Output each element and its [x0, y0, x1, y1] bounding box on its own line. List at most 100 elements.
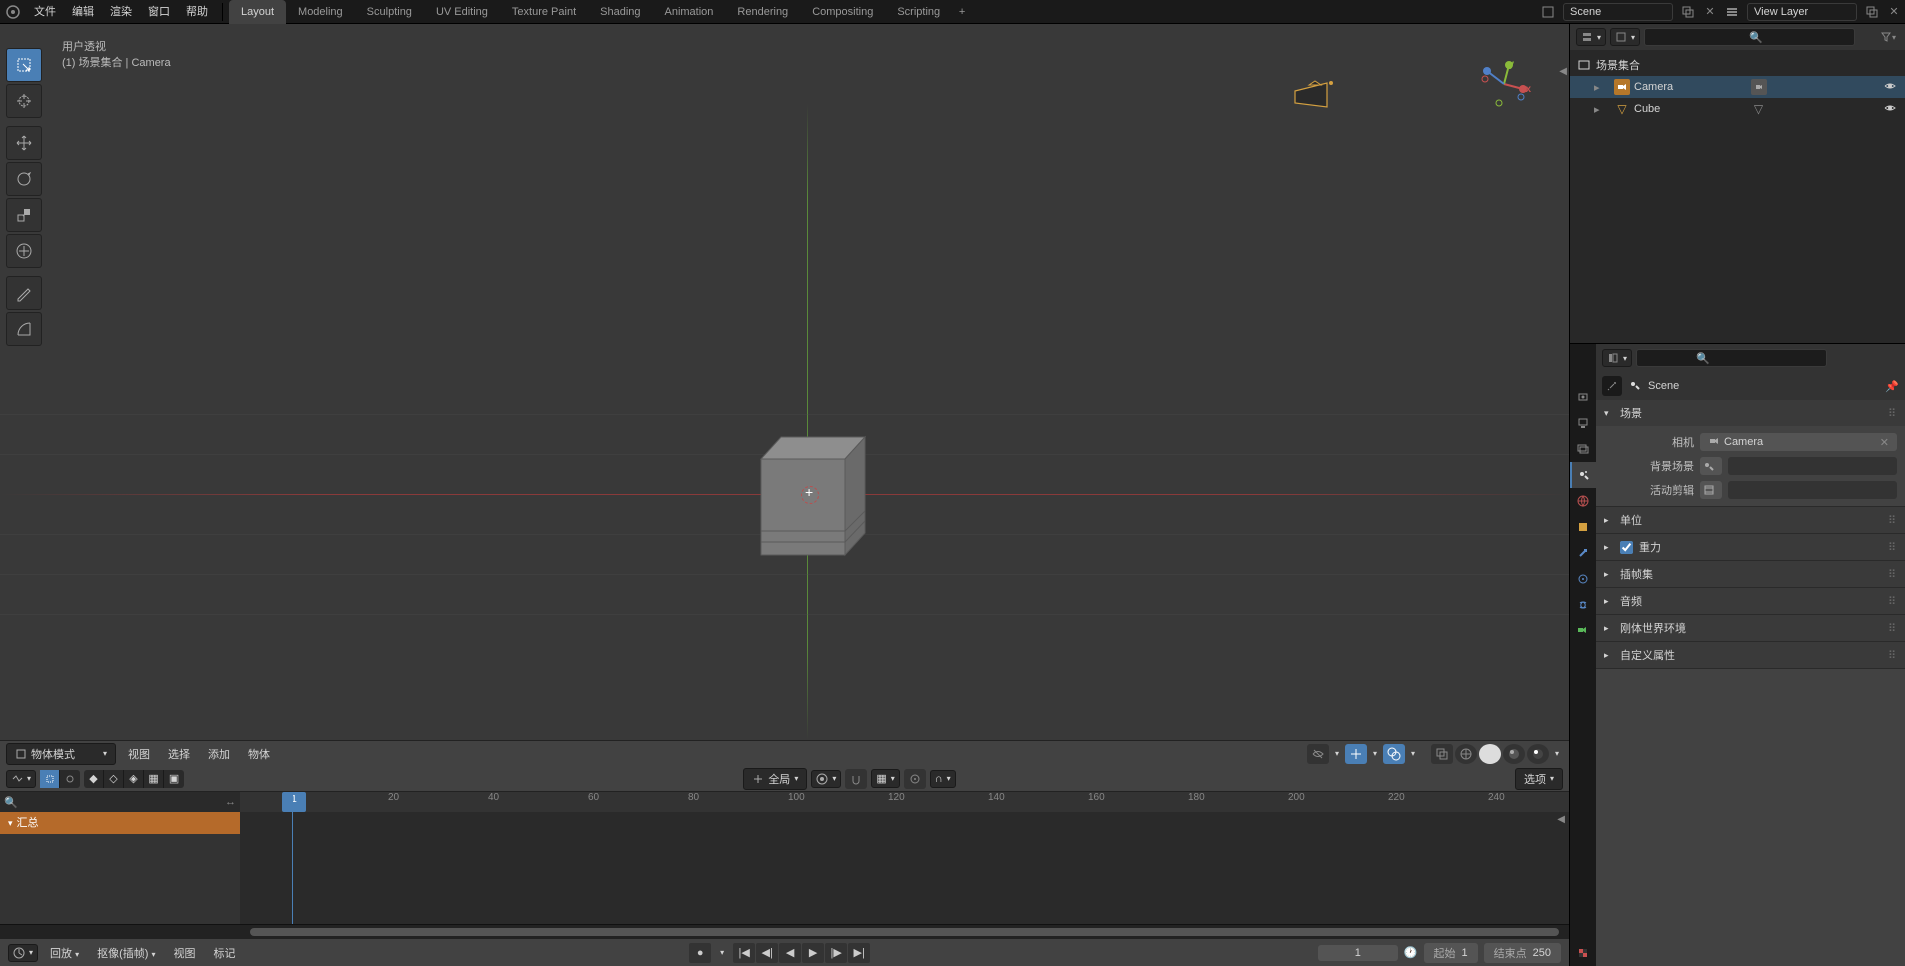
jump-next-key-btn[interactable]: |▶	[825, 943, 847, 963]
orientation-dropdown[interactable]: 全局 ▾	[743, 768, 807, 790]
viewlayer-new-icon[interactable]	[1862, 3, 1882, 21]
snap-toggle[interactable]	[845, 769, 867, 789]
playback-menu-playback[interactable]: 回放 ▾	[44, 945, 85, 961]
pivot-dropdown[interactable]: ▾	[811, 770, 841, 788]
expand-toggle[interactable]: ▸	[1594, 81, 1610, 94]
proportional-type-dropdown[interactable]: ∩▾	[930, 770, 956, 788]
panel-rigidbody-header[interactable]: ▸刚体世界环境⠿	[1596, 615, 1905, 641]
workspace-tab-layout[interactable]: Layout	[229, 0, 286, 24]
gravity-checkbox[interactable]	[1620, 541, 1633, 554]
drag-handle-icon[interactable]: ⠿	[1888, 649, 1897, 662]
shade-solid[interactable]	[1479, 744, 1501, 764]
jump-prev-key-btn[interactable]: ◀|	[756, 943, 778, 963]
panel-keying-header[interactable]: ▸插帧集⠿	[1596, 561, 1905, 587]
shade-material[interactable]	[1503, 744, 1525, 764]
summary-row[interactable]: ▾ 汇总	[0, 812, 240, 834]
tool-move[interactable]	[6, 126, 42, 160]
overlay-toggle[interactable]	[1383, 744, 1405, 764]
bgscene-selector[interactable]	[1700, 457, 1722, 475]
workspace-tab-uv[interactable]: UV Editing	[424, 0, 500, 24]
viewport-menu-add[interactable]: 添加	[202, 746, 236, 762]
drag-handle-icon[interactable]: ⠿	[1888, 514, 1897, 527]
outliner-item-cube[interactable]: ▸ ▽ Cube ▽	[1570, 98, 1905, 120]
selectability-toggle[interactable]	[1307, 744, 1329, 764]
filter-icon[interactable]: ▾	[1878, 28, 1898, 46]
playback-menu-marker[interactable]: 标记	[208, 945, 242, 961]
resize-handle-icon[interactable]: ↔	[225, 796, 236, 808]
prop-tab-scene[interactable]	[1570, 462, 1596, 488]
timeline-search-input[interactable]	[18, 793, 225, 811]
sel-btn-4[interactable]: ▦	[144, 770, 164, 788]
clear-icon[interactable]: ✕	[1880, 436, 1889, 449]
play-reverse-btn[interactable]: ◀	[779, 943, 801, 963]
shade-wireframe[interactable]	[1455, 744, 1477, 764]
viewlayer-delete-icon[interactable]: ✕	[1884, 3, 1904, 21]
expand-toggle[interactable]: ▸	[1594, 103, 1610, 116]
workspace-tab-compositing[interactable]: Compositing	[800, 0, 885, 24]
jump-first-btn[interactable]: |◀	[733, 943, 755, 963]
prop-tab-data[interactable]	[1570, 618, 1596, 644]
scene-browse-icon[interactable]	[1538, 3, 1558, 21]
mode-dropdown[interactable]: 物体模式 ▾	[6, 743, 116, 765]
prop-tab-object[interactable]	[1570, 514, 1596, 540]
viewlayer-browse-icon[interactable]	[1722, 3, 1742, 21]
prop-tab-modifiers[interactable]	[1570, 540, 1596, 566]
timeline-ruler[interactable]: 1204060801001201401601802002202401	[240, 792, 1569, 812]
drag-handle-icon[interactable]: ⠿	[1888, 541, 1897, 554]
panel-units-header[interactable]: ▸单位⠿	[1596, 507, 1905, 533]
prop-tab-viewlayer[interactable]	[1570, 436, 1596, 462]
tool-rotate[interactable]	[6, 162, 42, 196]
panel-gravity-header[interactable]: ▸重力⠿	[1596, 534, 1905, 560]
workspace-tab-add[interactable]: +	[952, 6, 972, 18]
drag-handle-icon[interactable]: ⠿	[1888, 407, 1897, 420]
gizmo-toggle[interactable]	[1345, 744, 1367, 764]
workspace-tab-scripting[interactable]: Scripting	[885, 0, 952, 24]
drag-handle-icon[interactable]: ⠿	[1888, 622, 1897, 635]
options-dropdown[interactable]: 选项▾	[1515, 768, 1563, 790]
clip-selector[interactable]	[1700, 481, 1722, 499]
prop-tab-world[interactable]	[1570, 488, 1596, 514]
outliner-display-dropdown[interactable]: ▾	[1610, 28, 1640, 46]
app-logo-icon[interactable]	[0, 0, 26, 24]
workspace-tab-sculpting[interactable]: Sculpting	[355, 0, 424, 24]
workspace-tab-texture[interactable]: Texture Paint	[500, 0, 588, 24]
autokey-toggle[interactable]: ●	[689, 943, 711, 963]
workspace-tab-shading[interactable]: Shading	[588, 0, 652, 24]
outliner-type-dropdown[interactable]: ▾	[1576, 28, 1606, 46]
shade-rendered[interactable]	[1527, 744, 1549, 764]
sidebar-toggle[interactable]: ◀	[1559, 66, 1567, 77]
tool-annotate[interactable]	[6, 276, 42, 310]
proportional-toggle[interactable]	[904, 769, 926, 789]
outliner-item-camera[interactable]: ▸ Camera	[1570, 76, 1905, 98]
tool-measure[interactable]	[6, 312, 42, 346]
visibility-toggle[interactable]	[1883, 79, 1899, 96]
end-frame-input[interactable]: 结束点 250	[1484, 943, 1561, 963]
menu-edit[interactable]: 编辑	[64, 0, 102, 24]
snap-btn-1[interactable]	[40, 770, 60, 788]
tool-scale[interactable]	[6, 198, 42, 232]
drag-handle-icon[interactable]: ⠿	[1888, 595, 1897, 608]
object-camera[interactable]	[1289, 79, 1329, 109]
timeline-track[interactable]: ◀	[240, 812, 1569, 924]
menu-help[interactable]: 帮助	[178, 0, 216, 24]
sel-btn-3[interactable]: ◈	[124, 770, 144, 788]
collection-row[interactable]: 场景集合	[1570, 54, 1905, 76]
workspace-tab-animation[interactable]: Animation	[653, 0, 726, 24]
scrollbar-thumb[interactable]	[250, 928, 1559, 936]
start-frame-input[interactable]: 起始 1	[1424, 943, 1478, 963]
prop-search-input[interactable]	[1636, 349, 1827, 367]
timeline-collapse[interactable]: ◀	[1557, 814, 1565, 825]
tool-cursor[interactable]	[6, 84, 42, 118]
tool-settings-icon[interactable]	[1602, 376, 1622, 396]
menu-window[interactable]: 窗口	[140, 0, 178, 24]
sel-btn-5[interactable]: ▣	[164, 770, 184, 788]
timeline-editor-type[interactable]: ▾	[6, 770, 36, 788]
prop-editor-type[interactable]: ▾	[1602, 349, 1632, 367]
snap-btn-2[interactable]	[60, 770, 80, 788]
visibility-toggle[interactable]	[1883, 101, 1899, 118]
prop-tab-render[interactable]	[1570, 384, 1596, 410]
prop-tab-constraints[interactable]	[1570, 592, 1596, 618]
camera-data-icon[interactable]	[1751, 79, 1767, 95]
bgscene-input[interactable]	[1728, 457, 1897, 475]
jump-last-btn[interactable]: ▶|	[848, 943, 870, 963]
